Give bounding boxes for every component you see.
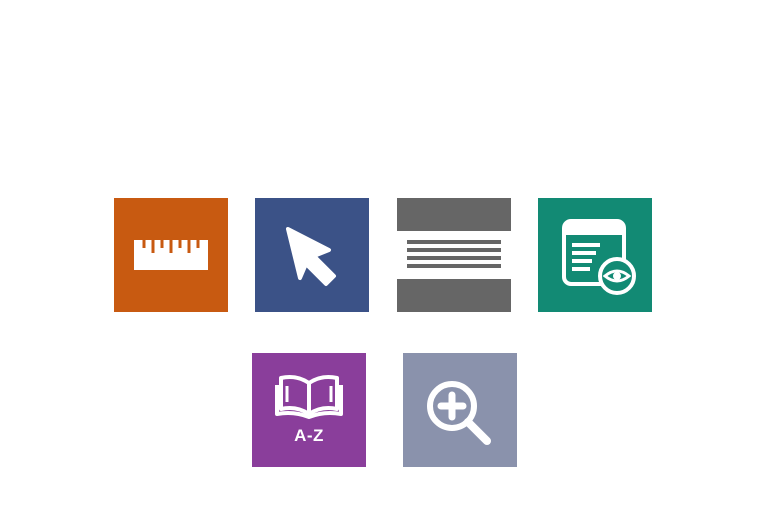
masking-lines-icon — [397, 198, 511, 312]
document-eye-icon — [538, 198, 652, 312]
cursor-arrow-icon — [255, 198, 369, 312]
zoom-tool-button[interactable] — [403, 353, 517, 467]
pointer-tool-button[interactable] — [255, 198, 369, 312]
open-book-icon — [252, 353, 366, 467]
preview-tool-button[interactable] — [538, 198, 652, 312]
zoom-in-icon — [403, 353, 517, 467]
line-reader-tool-button[interactable] — [397, 198, 511, 312]
ruler-tool-button[interactable] — [114, 198, 228, 312]
dictionary-tool-button[interactable]: A-Z — [252, 353, 366, 467]
ruler-icon — [114, 198, 228, 312]
dictionary-label: A-Z — [294, 426, 324, 445]
